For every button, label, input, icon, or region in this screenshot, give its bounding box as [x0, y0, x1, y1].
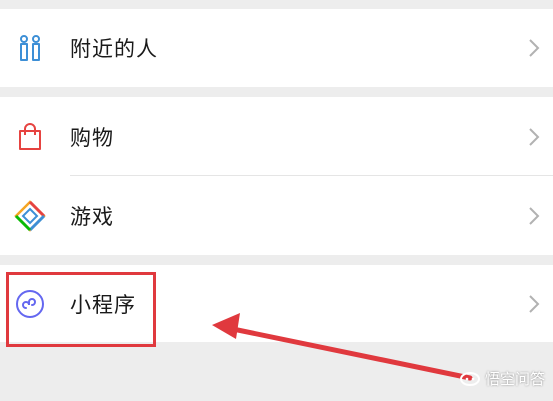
menu-group-shop-games: 购物 游戏: [0, 97, 553, 255]
chevron-right-icon: [529, 39, 540, 57]
chevron-right-icon: [529, 294, 540, 313]
menu-item-shopping[interactable]: 购物: [0, 97, 553, 176]
menu-item-games[interactable]: 游戏: [0, 176, 553, 255]
menu-item-nearby-label: 附近的人: [70, 37, 158, 61]
shopping-bag-icon: [19, 122, 41, 150]
game-diamond-icon: [14, 199, 46, 232]
chevron-right-icon: [529, 127, 540, 146]
menu-item-nearby[interactable]: 附近的人: [0, 9, 553, 87]
highlight-box: [6, 272, 156, 347]
chevron-right-icon: [529, 206, 540, 225]
chat-bubble-icon: [459, 371, 480, 386]
menu-group-nearby: 附近的人: [0, 9, 553, 87]
menu-item-games-label: 游戏: [70, 204, 114, 229]
watermark-text: 悟空问答: [484, 370, 545, 388]
watermark: 悟空问答: [459, 368, 545, 389]
people-nearby-icon: [20, 35, 40, 61]
menu-item-shopping-label: 购物: [70, 125, 114, 150]
